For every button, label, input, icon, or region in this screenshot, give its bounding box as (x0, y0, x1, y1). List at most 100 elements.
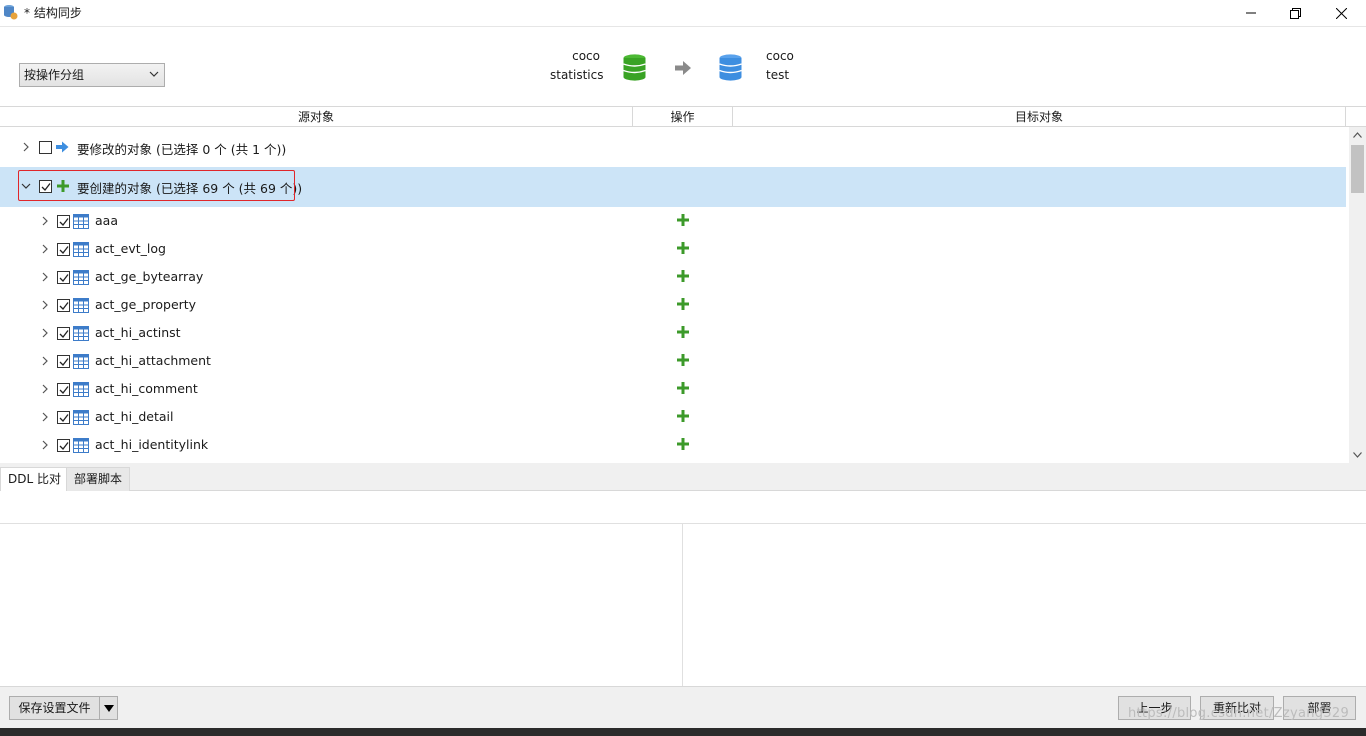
grid-header: 源对象 操作 目标对象 (0, 106, 1366, 127)
plus-icon (677, 354, 689, 366)
group-modify-checkbox[interactable] (39, 141, 52, 154)
item-checkbox[interactable] (57, 271, 70, 284)
save-profile-dropdown[interactable] (99, 696, 118, 720)
group-by-value: 按操作分组 (24, 68, 85, 82)
plus-icon (677, 326, 689, 338)
table-row[interactable]: act_ge_bytearray (0, 263, 1346, 291)
item-checkbox[interactable] (57, 243, 70, 256)
check-icon (59, 358, 69, 366)
table-icon (73, 298, 89, 313)
table-row[interactable]: aaa (0, 207, 1346, 235)
check-icon (59, 330, 69, 338)
table-row[interactable]: act_ge_property (0, 291, 1346, 319)
highlight-box (18, 170, 295, 201)
chevron-down-icon (149, 71, 159, 77)
item-checkbox[interactable] (57, 215, 70, 228)
restore-icon (1289, 7, 1301, 19)
tree-group-modify[interactable]: 要修改的对象 (已选择 0 个 (共 1 个)) (0, 133, 1346, 161)
table-icon (73, 270, 89, 285)
chevron-right-icon[interactable] (40, 356, 50, 366)
table-row[interactable]: act_hi_identitylink (0, 431, 1346, 459)
check-icon (59, 218, 69, 226)
table-icon (73, 354, 89, 369)
source-connection: coco statistics (550, 47, 604, 85)
chevron-right-icon[interactable] (40, 216, 50, 226)
chevron-right-icon[interactable] (40, 412, 50, 422)
vertical-scrollbar[interactable] (1349, 127, 1366, 463)
chevron-right-icon[interactable] (40, 384, 50, 394)
item-name: act_ge_bytearray (95, 269, 204, 284)
restore-button[interactable] (1272, 0, 1318, 26)
table-row[interactable]: act_hi_detail (0, 403, 1346, 431)
source-database-name: statistics (550, 68, 604, 82)
target-connection-name: coco (766, 49, 794, 63)
bottom-tabbar: DDL 比对 部署脚本 (0, 463, 1366, 491)
item-checkbox[interactable] (57, 299, 70, 312)
minimize-icon (1246, 12, 1256, 14)
ddl-source-pane[interactable] (0, 524, 683, 686)
item-name: aaa (95, 213, 118, 228)
taskbar-strip (0, 728, 1366, 736)
tab-deploy-script[interactable]: 部署脚本 (66, 467, 131, 491)
item-checkbox[interactable] (57, 383, 70, 396)
table-icon (73, 242, 89, 257)
column-header-target[interactable]: 目标对象 (733, 107, 1346, 127)
table-icon (73, 214, 89, 229)
chevron-right-icon[interactable] (40, 244, 50, 254)
scrollbar-thumb[interactable] (1351, 145, 1364, 193)
table-icon (73, 410, 89, 425)
check-icon (59, 442, 69, 450)
item-checkbox[interactable] (57, 355, 70, 368)
tab-ddl-compare[interactable]: DDL 比对 (0, 467, 69, 491)
scroll-up-icon[interactable] (1353, 132, 1362, 138)
chevron-right-icon[interactable] (40, 300, 50, 310)
item-name: act_hi_comment (95, 381, 198, 396)
ddl-toolbar-area (0, 491, 1366, 524)
scroll-down-icon[interactable] (1353, 452, 1362, 458)
chevron-right-icon[interactable] (40, 272, 50, 282)
target-database-icon (719, 54, 742, 81)
chevron-right-icon[interactable] (40, 440, 50, 450)
ddl-target-pane[interactable] (683, 524, 1366, 686)
table-row[interactable]: act_hi_actinst (0, 319, 1346, 347)
item-name: act_ge_property (95, 297, 197, 312)
sync-header: 按操作分组 coco statistics coco test (0, 26, 1366, 106)
check-icon (59, 274, 69, 282)
group-modify-label: 要修改的对象 (已选择 0 个 (共 1 个)) (77, 142, 287, 157)
target-connection: coco test (766, 47, 794, 85)
item-checkbox[interactable] (57, 327, 70, 340)
chevron-right-icon[interactable] (40, 328, 50, 338)
source-connection-name: coco (572, 49, 600, 63)
table-row[interactable]: act_hi_comment (0, 375, 1346, 403)
db-sync-icon (4, 5, 18, 20)
item-name: act_hi_actinst (95, 325, 181, 340)
check-icon (59, 414, 69, 422)
group-by-select[interactable]: 按操作分组 (19, 63, 165, 87)
check-icon (59, 302, 69, 310)
chevron-right-icon[interactable] (21, 142, 31, 152)
item-checkbox[interactable] (57, 411, 70, 424)
plus-icon (677, 214, 689, 226)
object-tree: 要修改的对象 (已选择 0 个 (共 1 个)) 要创建的对象 (已选择 69 … (0, 127, 1349, 463)
plus-icon (677, 438, 689, 450)
item-name: act_hi_detail (95, 409, 174, 424)
plus-icon (677, 298, 689, 310)
column-header-source[interactable]: 源对象 (0, 107, 633, 127)
table-icon (73, 382, 89, 397)
check-icon (59, 246, 69, 254)
check-icon (59, 386, 69, 394)
save-profile-button[interactable]: 保存设置文件 (9, 696, 99, 720)
plus-icon (677, 270, 689, 282)
close-button[interactable] (1318, 0, 1364, 26)
arrow-right-icon (675, 61, 691, 75)
table-row[interactable]: act_evt_log (0, 235, 1346, 263)
item-checkbox[interactable] (57, 439, 70, 452)
window-title: * 结构同步 (24, 6, 82, 20)
plus-icon (677, 410, 689, 422)
title-bar: * 结构同步 (0, 0, 1366, 26)
minimize-button[interactable] (1228, 0, 1274, 26)
item-name: act_evt_log (95, 241, 166, 256)
table-row[interactable]: act_hi_attachment (0, 347, 1346, 375)
table-icon (73, 438, 89, 453)
column-header-operation[interactable]: 操作 (633, 107, 733, 127)
